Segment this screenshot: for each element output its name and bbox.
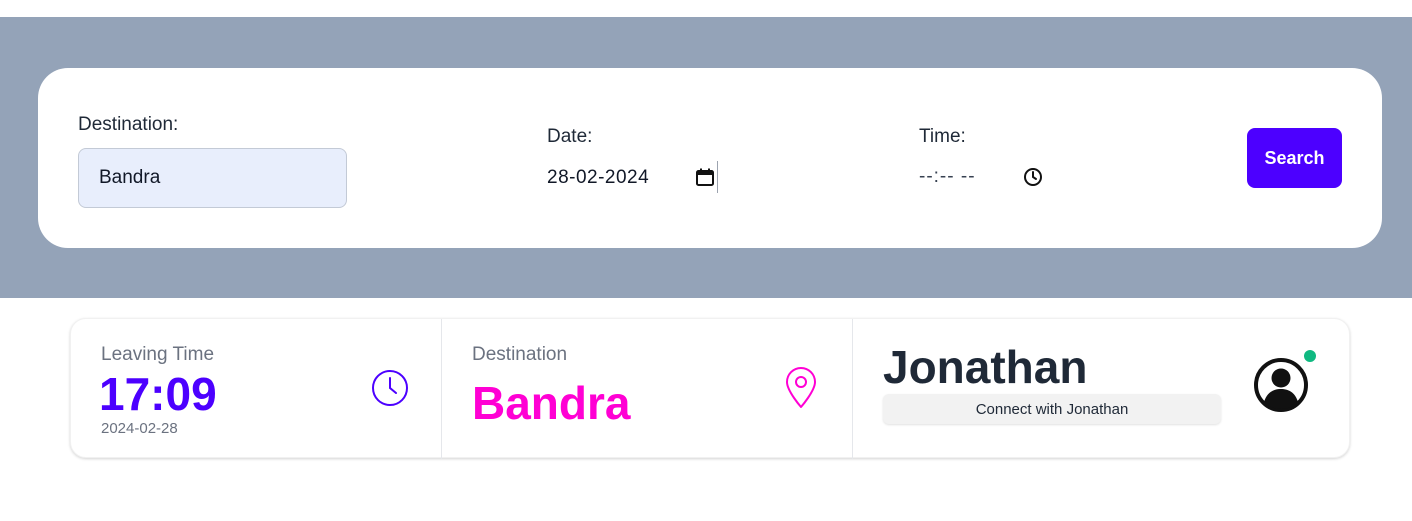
connect-button[interactable]: Connect with Jonathan <box>883 394 1221 424</box>
search-card: Destination: Date: 28-02-2024 Time: --:-… <box>38 68 1382 248</box>
online-status-dot <box>1304 350 1316 362</box>
stat-destination: Destination Bandra <box>441 319 852 459</box>
user-avatar-icon[interactable] <box>1253 357 1309 413</box>
leaving-time-value: 17:09 <box>99 368 217 420</box>
date-input[interactable]: 28-02-2024 <box>547 160 719 196</box>
date-value: 28-02-2024 <box>547 167 650 188</box>
leaving-date: 2024-02-28 <box>101 420 178 437</box>
stat-user: Jonathan Connect with Jonathan <box>852 319 1351 459</box>
stat-title-destination: Destination <box>472 344 568 365</box>
destination-value: Bandra <box>472 377 631 429</box>
time-label: Time: <box>919 126 966 147</box>
search-section: Destination: Date: 28-02-2024 Time: --:-… <box>0 17 1412 298</box>
map-pin-icon <box>786 367 816 408</box>
stat-leaving-time: Leaving Time 17:09 2024-02-28 <box>71 319 441 459</box>
clock-icon[interactable] <box>1023 167 1043 187</box>
date-label: Date: <box>547 126 593 147</box>
date-caret <box>717 161 718 193</box>
destination-input[interactable] <box>78 148 347 208</box>
search-button[interactable]: Search <box>1247 128 1342 188</box>
stat-title-leaving: Leaving Time <box>101 344 215 365</box>
calendar-icon[interactable] <box>695 167 715 187</box>
stats-panel: Leaving Time 17:09 2024-02-28 Destinatio… <box>70 318 1351 459</box>
user-name: Jonathan <box>883 341 1088 393</box>
top-strip <box>0 0 1412 17</box>
clock-icon <box>372 370 408 406</box>
time-value: --:-- -- <box>919 166 976 187</box>
time-input[interactable]: --:-- -- <box>919 160 1059 196</box>
destination-label: Destination: <box>78 114 179 135</box>
